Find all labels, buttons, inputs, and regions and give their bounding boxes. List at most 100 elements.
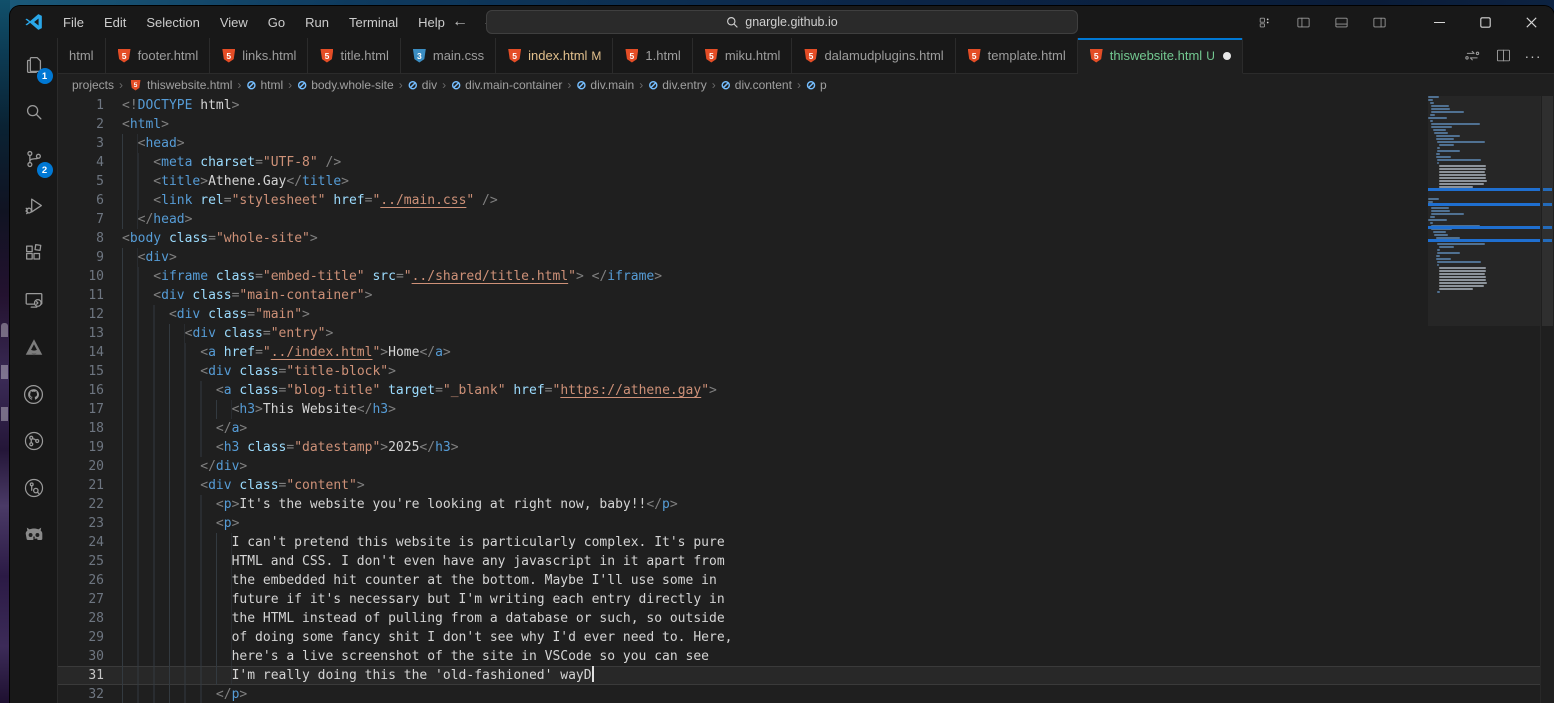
breadcrumb-item[interactable]: ⊘body.whole-site <box>297 78 394 92</box>
code-line[interactable]: 24I can't pretend this website is partic… <box>58 533 1540 552</box>
menu-terminal[interactable]: Terminal <box>340 11 407 34</box>
line-number: 3 <box>58 134 104 153</box>
tab-html[interactable]: html <box>58 38 106 73</box>
code-line[interactable]: 2<html> <box>58 115 1540 134</box>
github-icon[interactable] <box>17 377 51 411</box>
toggle-primary-sidebar-icon[interactable] <box>1288 10 1318 34</box>
gitlens-icon[interactable] <box>17 471 51 505</box>
close-button[interactable] <box>1508 6 1554 38</box>
code-editor[interactable]: 1<!DOCTYPE html>2<html>3<head>4<meta cha… <box>58 96 1554 703</box>
tab-index.html[interactable]: 5index.htmlM <box>496 38 613 73</box>
vertical-scrollbar[interactable] <box>1540 96 1554 703</box>
code-line[interactable]: 6<link rel="stylesheet" href="../main.cs… <box>58 191 1540 210</box>
line-number: 23 <box>58 514 104 533</box>
code-line[interactable]: 20</div> <box>58 457 1540 476</box>
breadcrumb-item[interactable]: ⊘div <box>408 78 437 92</box>
breadcrumb-item[interactable]: ⊘p <box>806 78 827 92</box>
remote-explorer-icon[interactable] <box>17 283 51 317</box>
menu-view[interactable]: View <box>211 11 257 34</box>
menu-run[interactable]: Run <box>296 11 338 34</box>
code-line[interactable]: 18</a> <box>58 419 1540 438</box>
more-actions-icon[interactable]: ··· <box>1520 43 1546 69</box>
toggle-panel-icon[interactable] <box>1326 10 1356 34</box>
code-line[interactable]: 17<h3>This Website</h3> <box>58 400 1540 419</box>
code-line[interactable]: 28the HTML instead of pulling from a dat… <box>58 609 1540 628</box>
breadcrumb-item[interactable]: ⊘div.main-container <box>451 78 562 92</box>
tab-title.html[interactable]: 5title.html <box>308 38 400 73</box>
code-line[interactable]: 31I'm really doing this the 'old-fashion… <box>58 666 1540 685</box>
minimap-highlight <box>1428 188 1540 191</box>
line-code: of doing some fancy shit I don't see why… <box>104 628 732 647</box>
code-line[interactable]: 10<iframe class="embed-title" src="../sh… <box>58 267 1540 286</box>
extensions-icon[interactable] <box>17 236 51 270</box>
code-line[interactable]: 19<h3 class="datestamp">2025</h3> <box>58 438 1540 457</box>
command-center-search[interactable]: gnargle.github.io <box>486 10 1078 34</box>
code-line[interactable]: 14<a href="../index.html">Home</a> <box>58 343 1540 362</box>
code-line[interactable]: 25HTML and CSS. I don't even have any ja… <box>58 552 1540 571</box>
breadcrumb-item[interactable]: 5thiswebsite.html <box>128 77 232 93</box>
tab-dalamudplugins.html[interactable]: 5dalamudplugins.html <box>792 38 955 73</box>
unsaved-dot-icon[interactable] <box>1223 52 1231 60</box>
line-code: </a> <box>104 419 247 438</box>
tab-thiswebsite.html[interactable]: 5thiswebsite.htmlU <box>1078 38 1243 74</box>
code-line[interactable]: 11<div class="main-container"> <box>58 286 1540 305</box>
tab-links.html[interactable]: 5links.html <box>210 38 308 73</box>
code-line[interactable]: 15<div class="title-block"> <box>58 362 1540 381</box>
code-line[interactable]: 29of doing some fancy shit I don't see w… <box>58 628 1540 647</box>
code-line[interactable]: 22<p>It's the website you're looking at … <box>58 495 1540 514</box>
code-line[interactable]: 9<div> <box>58 248 1540 267</box>
minimize-button[interactable] <box>1416 6 1462 38</box>
code-line[interactable]: 8<body class="whole-site"> <box>58 229 1540 248</box>
code-line[interactable]: 1<!DOCTYPE html> <box>58 96 1540 115</box>
code-line[interactable]: 30here's a live screenshot of the site i… <box>58 647 1540 666</box>
menu-help[interactable]: Help <box>409 11 454 34</box>
tab-template.html[interactable]: 5template.html <box>956 38 1078 73</box>
menu-go[interactable]: Go <box>259 11 294 34</box>
tab-main.css[interactable]: 3main.css <box>401 38 496 73</box>
maximize-button[interactable] <box>1462 6 1508 38</box>
breadcrumb-item[interactable]: projects <box>72 78 114 92</box>
code-line[interactable]: 26the embedded hit counter at the bottom… <box>58 571 1540 590</box>
code-line[interactable]: 12<div class="main"> <box>58 305 1540 324</box>
run-debug-icon[interactable] <box>17 189 51 223</box>
minimap[interactable] <box>1428 96 1540 703</box>
godot-tools-icon[interactable] <box>17 518 51 552</box>
code-line[interactable]: 27future if it's necessary but I'm writi… <box>58 590 1540 609</box>
git-graph-icon[interactable] <box>17 424 51 458</box>
line-code: I'm really doing this the 'old-fashioned… <box>104 666 594 685</box>
tab-miku.html[interactable]: 5miku.html <box>693 38 793 73</box>
menu-edit[interactable]: Edit <box>95 11 135 34</box>
code-line[interactable]: 13<div class="entry"> <box>58 324 1540 343</box>
line-code: <title>Athene.Gay</title> <box>104 172 349 191</box>
customize-layout-icon[interactable] <box>1250 10 1280 34</box>
menu-selection[interactable]: Selection <box>137 11 208 34</box>
menu-file[interactable]: File <box>54 11 93 34</box>
line-number: 32 <box>58 685 104 703</box>
tab-label: html <box>69 48 94 63</box>
source-control-icon[interactable]: 2 <box>17 142 51 176</box>
code-line[interactable]: 4<meta charset="UTF-8" /> <box>58 153 1540 172</box>
triangle-a-extension-icon[interactable] <box>17 330 51 364</box>
tab-footer.html[interactable]: 5footer.html <box>106 38 211 73</box>
scrollbar-slider[interactable] <box>1542 96 1553 326</box>
breadcrumb-item[interactable]: ⊘div.content <box>721 78 792 92</box>
breadcrumb-item[interactable]: ⊘div.entry <box>648 78 707 92</box>
breadcrumb-item[interactable]: ⊘html <box>246 78 283 92</box>
code-line[interactable]: 5<title>Athene.Gay</title> <box>58 172 1540 191</box>
code-line[interactable]: 16<a class="blog-title" target="_blank" … <box>58 381 1540 400</box>
code-line[interactable]: 32</p> <box>58 685 1540 703</box>
history-back-icon[interactable]: ← <box>452 13 468 31</box>
code-line[interactable]: 23<p> <box>58 514 1540 533</box>
breadcrumb-item[interactable]: ⊘div.main <box>576 78 634 92</box>
open-changes-icon[interactable] <box>1460 43 1486 69</box>
code-line[interactable]: 7</head> <box>58 210 1540 229</box>
search-icon[interactable] <box>17 95 51 129</box>
tab-label: template.html <box>988 48 1066 63</box>
toggle-secondary-sidebar-icon[interactable] <box>1364 10 1394 34</box>
html-file-icon: 5 <box>704 48 719 64</box>
tab-1.html[interactable]: 51.html <box>613 38 692 73</box>
code-line[interactable]: 3<head> <box>58 134 1540 153</box>
code-line[interactable]: 21<div class="content"> <box>58 476 1540 495</box>
explorer-icon[interactable]: 1 <box>17 48 51 82</box>
split-editor-icon[interactable] <box>1490 43 1516 69</box>
